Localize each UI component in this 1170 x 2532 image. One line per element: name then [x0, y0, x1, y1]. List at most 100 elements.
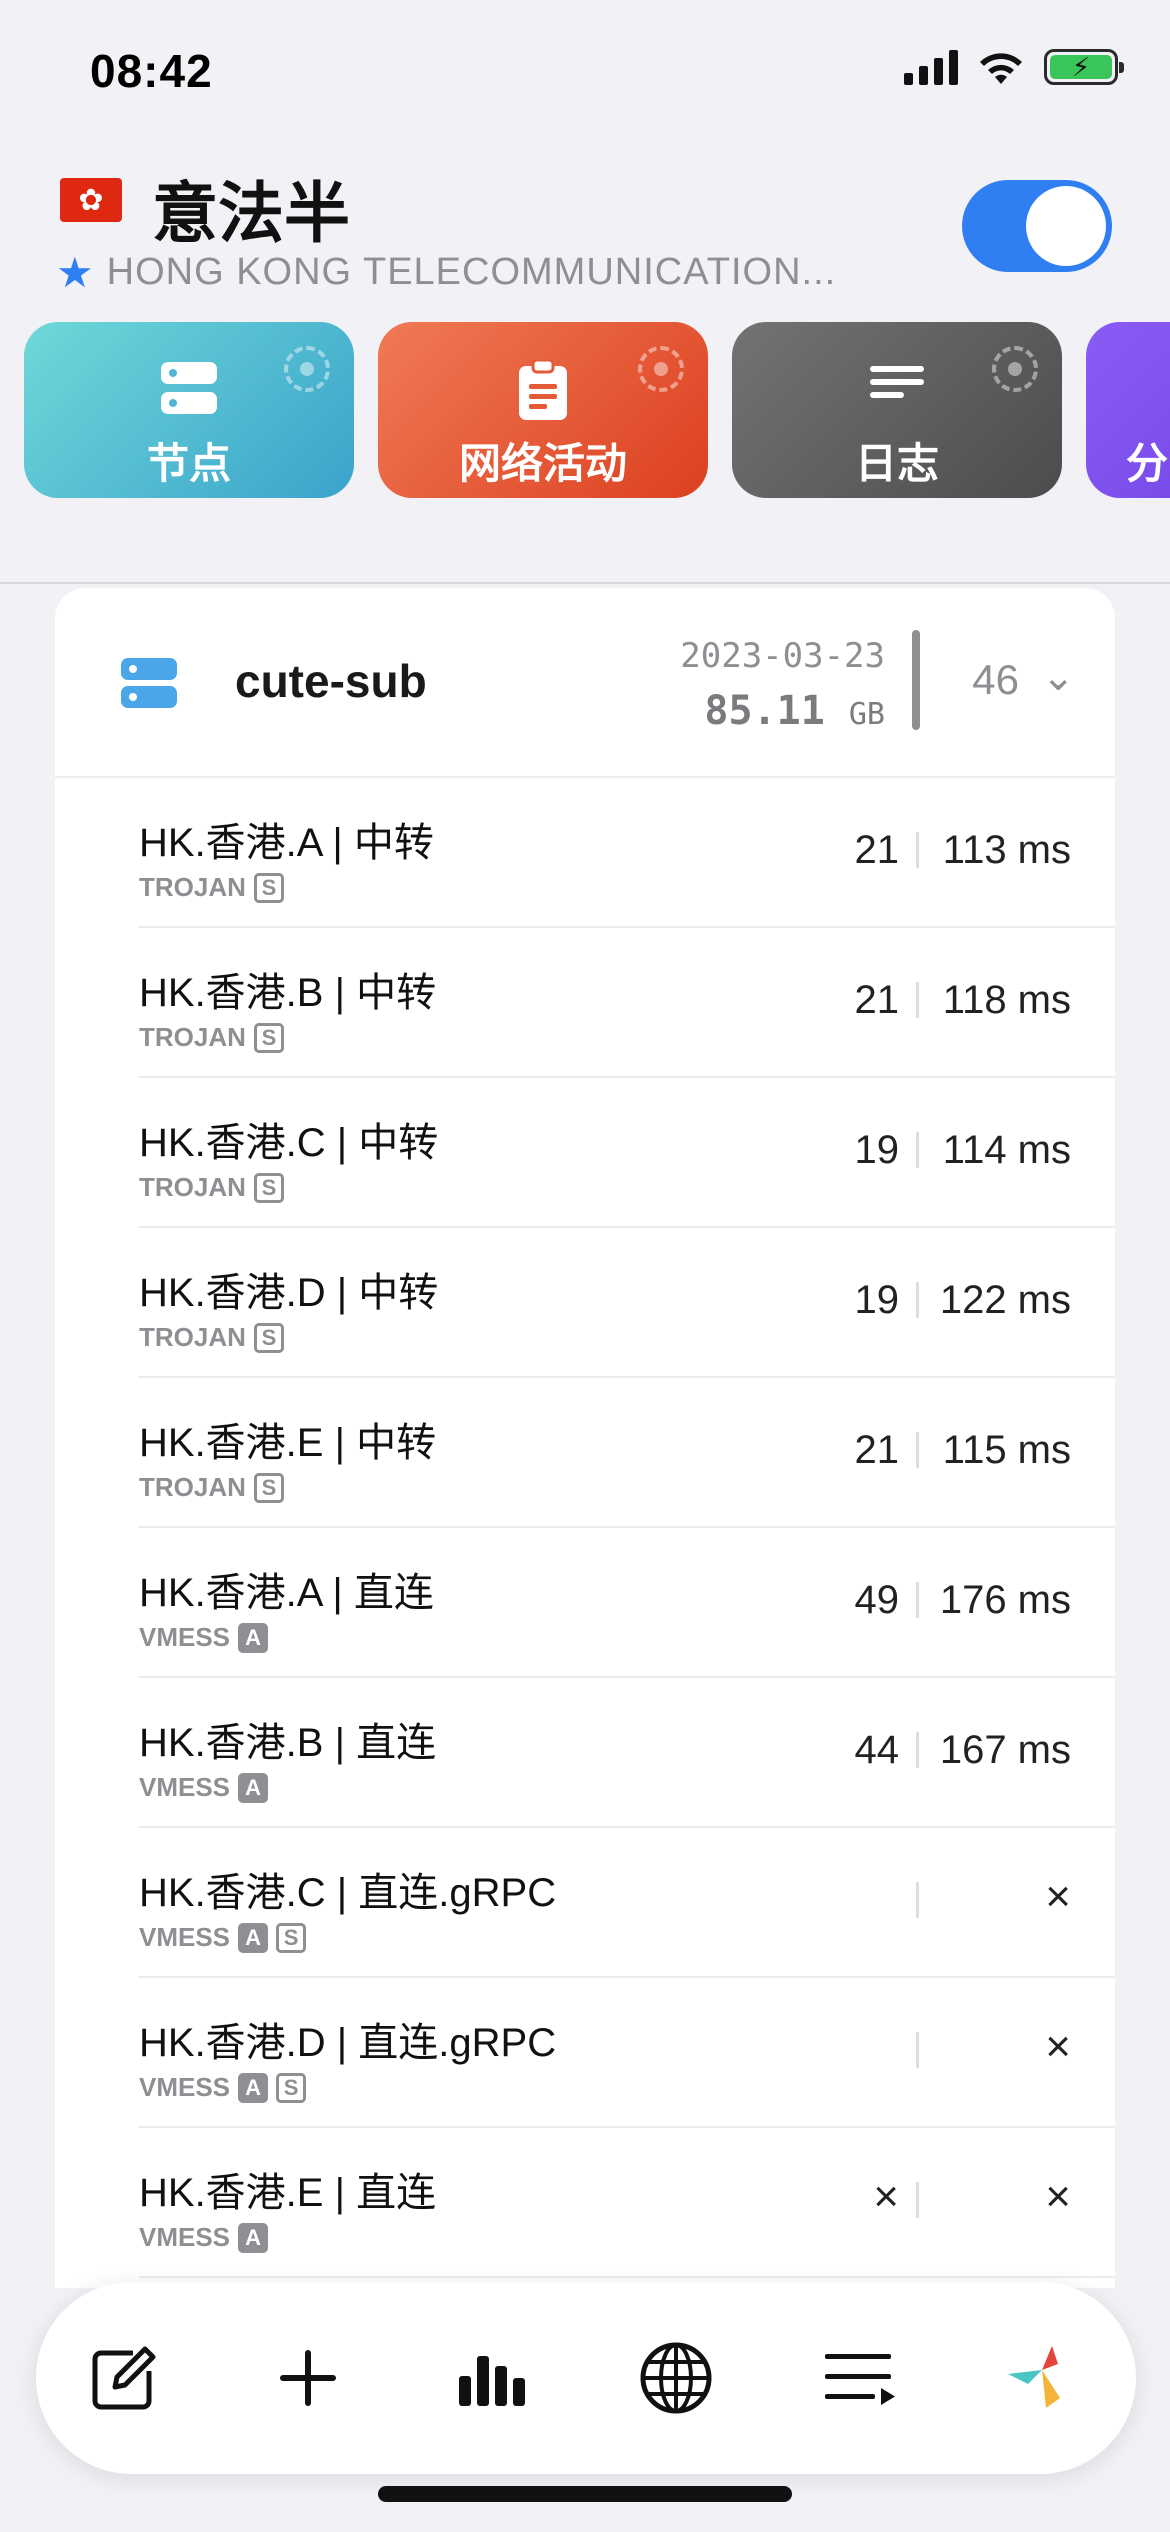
- node-latency: ×: [1045, 1872, 1071, 1921]
- node-badge-a: A: [238, 1622, 269, 1653]
- node-protocol: VMESS A: [139, 1772, 269, 1803]
- plus-icon: [280, 2350, 336, 2406]
- node-name: HK.香港.E | 中转: [139, 1421, 437, 1465]
- subscription-size-unit: GB: [848, 697, 885, 732]
- add-button[interactable]: [258, 2328, 358, 2428]
- stats-button[interactable]: [442, 2328, 542, 2428]
- node-row[interactable]: HK.香港.D | 中转 TROJAN S 19 122 ms: [139, 1228, 1115, 1378]
- tab-more[interactable]: 分: [1086, 322, 1170, 498]
- node-row[interactable]: HK.香港.E | 中转 TROJAN S 21 115 ms: [139, 1378, 1115, 1528]
- node-latency: 167 ms: [939, 1728, 1071, 1772]
- tab-nodes[interactable]: 节点: [24, 322, 354, 498]
- node-separator: [916, 982, 919, 1018]
- node-protocol-label: VMESS: [139, 1622, 231, 1652]
- node-row[interactable]: HK.香港.A | 中转 TROJAN S 21 113 ms: [139, 778, 1115, 928]
- subscription-size: 85.11 GB: [704, 688, 885, 734]
- node-latency: ×: [1045, 2172, 1071, 2221]
- status-bar: 08:42 ⚡: [0, 0, 1170, 150]
- app-logo-icon: [1008, 2346, 1060, 2408]
- node-protocol-label: VMESS: [139, 1922, 231, 1952]
- globe-button[interactable]: [626, 2328, 726, 2428]
- node-badge-a: A: [238, 2222, 269, 2253]
- clipboard-icon: [519, 360, 567, 420]
- edit-icon: [92, 2346, 156, 2410]
- node-count-value: 19: [854, 1278, 900, 1322]
- node-badge-s: S: [276, 1922, 307, 1953]
- node-separator: [916, 1432, 919, 1468]
- subscription-name: cute-sub: [235, 655, 427, 707]
- node-protocol: TROJAN S: [139, 1022, 284, 1053]
- node-protocol-label: VMESS: [139, 2222, 231, 2252]
- node-latency: 113 ms: [942, 828, 1071, 872]
- list-button[interactable]: [810, 2328, 910, 2428]
- node-separator: [916, 2182, 919, 2218]
- tab-network-activity-label: 网络活动: [458, 440, 627, 487]
- node-row[interactable]: HK.香港.C | 中转 TROJAN S 19 114 ms: [139, 1078, 1115, 1228]
- tab-log[interactable]: 日志: [732, 322, 1062, 498]
- node-protocol: VMESS A S: [139, 2072, 307, 2103]
- node-protocol: VMESS A: [139, 2222, 269, 2253]
- node-name: HK.香港.B | 中转: [139, 971, 437, 1015]
- node-latency: ×: [1045, 2022, 1071, 2071]
- node-badge-a: A: [238, 1772, 269, 1803]
- tab-nodes-label: 节点: [146, 440, 231, 487]
- node-latency: 115 ms: [942, 1428, 1071, 1472]
- node-row[interactable]: HK.香港.B | 中转 TROJAN S 21 118 ms: [139, 928, 1115, 1078]
- node-latency: 176 ms: [939, 1578, 1071, 1622]
- tab-network-activity[interactable]: 网络活动: [378, 322, 708, 498]
- node-protocol: VMESS A: [139, 1622, 269, 1653]
- node-row[interactable]: HK.香港.D | 直连.gRPC VMESS A S ×: [139, 1978, 1115, 2128]
- subscription-header[interactable]: cute-sub 2023-03-23 85.11 GB 46 ⌄: [55, 588, 1115, 778]
- server-stack-icon: [161, 362, 217, 414]
- cellular-signal-icon: [904, 49, 958, 85]
- node-protocol-label: VMESS: [139, 2072, 231, 2102]
- node-protocol: TROJAN S: [139, 1322, 284, 1353]
- status-time: 08:42: [90, 45, 213, 97]
- node-latency: 122 ms: [939, 1278, 1071, 1322]
- wifi-icon: [980, 53, 1022, 84]
- node-latency: 114 ms: [942, 1128, 1071, 1172]
- node-row[interactable]: HK.香港.E | 直连 VMESS A × ×: [139, 2128, 1115, 2278]
- chevron-down-icon[interactable]: ⌄: [1041, 654, 1075, 700]
- tab-bar: 节点 网络活动 日志 分: [24, 322, 1170, 498]
- node-protocol-label: TROJAN: [139, 1022, 246, 1052]
- hong-kong-flag-icon: ✿: [60, 178, 122, 222]
- globe-icon: [640, 2342, 712, 2414]
- node-count-value: 21: [854, 978, 900, 1022]
- node-row[interactable]: HK.香港.A | 直连 VMESS A 49 176 ms: [139, 1528, 1115, 1678]
- node-row[interactable]: HK.香港.C | 直连.gRPC VMESS A S ×: [139, 1828, 1115, 1978]
- node-separator: [916, 1582, 919, 1618]
- tab-more-label: 分: [1126, 440, 1169, 487]
- star-icon: ★: [56, 249, 95, 296]
- node-protocol: VMESS A S: [139, 1922, 307, 1953]
- subscription-card: cute-sub 2023-03-23 85.11 GB 46 ⌄ HK.香港.…: [55, 588, 1115, 2288]
- app-logo-button[interactable]: [988, 2328, 1088, 2428]
- subscription-size-value: 85.11: [704, 688, 825, 734]
- node-badge-s: S: [253, 1172, 284, 1203]
- node-name: HK.香港.C | 直连.gRPC: [139, 1871, 557, 1915]
- node-separator: [916, 1132, 919, 1168]
- node-protocol-label: TROJAN: [139, 1172, 246, 1202]
- edit-button[interactable]: [74, 2328, 174, 2428]
- node-name: HK.香港.A | 直连: [139, 1571, 434, 1615]
- node-badge-s: S: [253, 1472, 284, 1503]
- bottom-toolbar: [36, 2282, 1136, 2474]
- node-name: HK.香港.B | 直连: [139, 1721, 437, 1765]
- node-protocol: TROJAN S: [139, 1172, 284, 1203]
- node-badge-s: S: [253, 1022, 284, 1053]
- server-subtitle-text: HONG KONG TELECOMMUNICATION...: [106, 251, 837, 293]
- node-name: HK.香港.D | 中转: [139, 1271, 439, 1315]
- node-row[interactable]: HK.香港.B | 直连 VMESS A 44 167 ms: [139, 1678, 1115, 1828]
- node-badge-s: S: [253, 872, 284, 903]
- node-count-value: 19: [854, 1128, 900, 1172]
- node-count-value: ×: [873, 2172, 899, 2221]
- vpn-toggle[interactable]: [962, 180, 1112, 272]
- node-badge-s: S: [253, 1322, 284, 1353]
- server-title: 意法半: [152, 176, 350, 250]
- node-protocol-label: VMESS: [139, 1772, 231, 1802]
- header-divider: [0, 582, 1170, 584]
- node-count-value: 21: [854, 1428, 900, 1472]
- node-protocol-label: TROJAN: [139, 872, 246, 902]
- node-separator: [916, 832, 919, 868]
- node-separator: [916, 2032, 919, 2068]
